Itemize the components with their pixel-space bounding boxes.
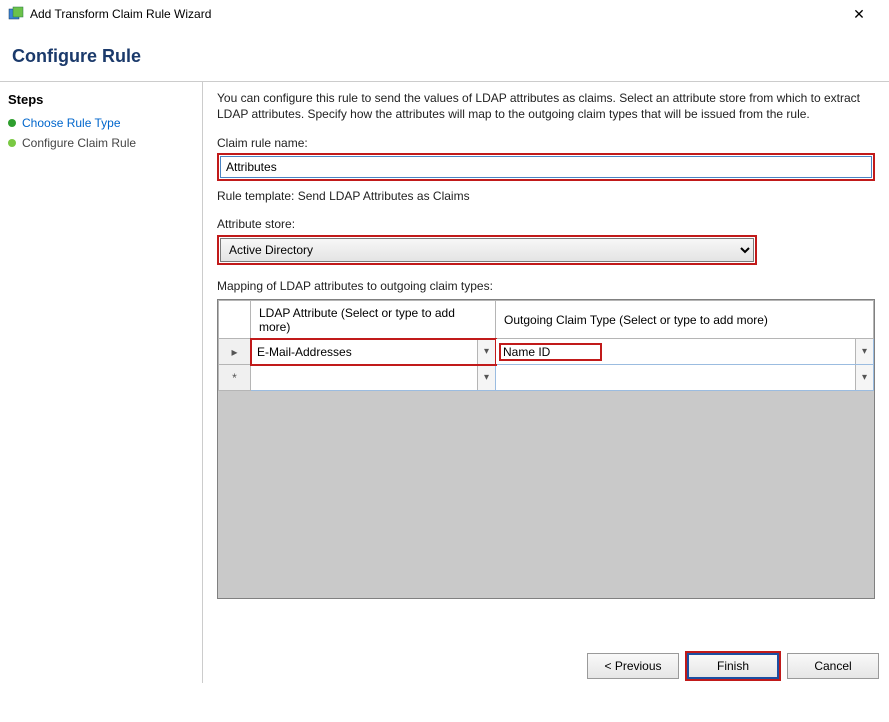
rule-template-text: Rule template: Send LDAP Attributes as C…: [217, 189, 875, 203]
step-bullet-icon: [8, 119, 16, 127]
step-configure-claim-rule[interactable]: Configure Claim Rule: [6, 133, 196, 153]
attribute-store-label: Attribute store:: [217, 217, 875, 231]
row-marker[interactable]: *: [219, 365, 251, 391]
finish-button[interactable]: Finish: [687, 653, 779, 679]
ldap-attribute-cell[interactable]: E-Mail-Addresses ▾: [251, 339, 496, 365]
step-bullet-icon: [8, 139, 16, 147]
outgoing-claim-value: [496, 376, 855, 380]
claim-rule-name-highlight: [217, 153, 875, 181]
previous-button[interactable]: < Previous: [587, 653, 679, 679]
chevron-down-icon[interactable]: ▾: [855, 339, 873, 364]
ldap-attribute-value: [251, 376, 477, 380]
step-choose-rule-type[interactable]: Choose Rule Type: [6, 113, 196, 133]
grid-col-ldap[interactable]: LDAP Attribute (Select or type to add mo…: [251, 301, 496, 339]
button-bar: < Previous Finish Cancel: [587, 653, 879, 679]
chevron-down-icon[interactable]: ▾: [477, 339, 495, 364]
outgoing-claim-value: Name ID: [496, 342, 855, 362]
main-panel: You can configure this rule to send the …: [202, 82, 889, 683]
steps-heading: Steps: [6, 90, 196, 113]
grid-row: ▸ E-Mail-Addresses ▾ Name ID ▾: [219, 339, 874, 365]
step-label: Choose Rule Type: [22, 116, 121, 130]
outgoing-claim-cell[interactable]: ▾: [496, 365, 874, 391]
chevron-down-icon[interactable]: ▾: [855, 365, 873, 390]
grid-col-claim[interactable]: Outgoing Claim Type (Select or type to a…: [496, 301, 874, 339]
window-title: Add Transform Claim Rule Wizard: [30, 7, 837, 21]
outgoing-claim-cell[interactable]: Name ID ▾: [496, 339, 874, 365]
row-marker[interactable]: ▸: [219, 339, 251, 365]
title-bar: Add Transform Claim Rule Wizard ✕: [0, 0, 889, 28]
claim-rule-name-input[interactable]: [220, 156, 872, 178]
attribute-store-highlight: Active Directory: [217, 235, 757, 265]
attribute-store-select[interactable]: Active Directory: [220, 238, 754, 262]
step-label: Configure Claim Rule: [22, 136, 136, 150]
close-button[interactable]: ✕: [837, 6, 881, 23]
ldap-attribute-value: E-Mail-Addresses: [251, 343, 477, 361]
mapping-grid-container: LDAP Attribute (Select or type to add mo…: [217, 299, 875, 599]
wizard-header: Configure Rule: [0, 28, 889, 81]
cancel-button[interactable]: Cancel: [787, 653, 879, 679]
grid-row-new: * ▾ ▾: [219, 365, 874, 391]
claim-rule-name-label: Claim rule name:: [217, 136, 875, 150]
steps-sidebar: Steps Choose Rule Type Configure Claim R…: [0, 82, 202, 683]
page-title: Configure Rule: [12, 46, 877, 67]
mapping-label: Mapping of LDAP attributes to outgoing c…: [217, 279, 875, 293]
chevron-down-icon[interactable]: ▾: [477, 365, 495, 390]
ldap-attribute-cell[interactable]: ▾: [251, 365, 496, 391]
mapping-grid: LDAP Attribute (Select or type to add mo…: [218, 300, 874, 391]
grid-corner: [219, 301, 251, 339]
app-icon: [8, 6, 24, 22]
intro-text: You can configure this rule to send the …: [217, 90, 875, 122]
